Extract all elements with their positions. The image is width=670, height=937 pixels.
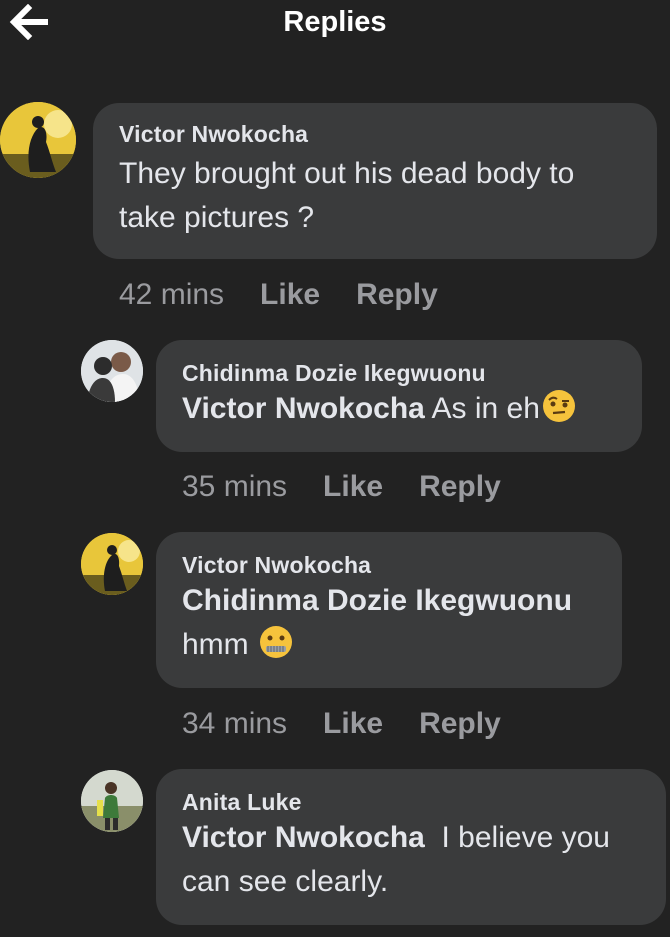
like-button[interactable]: Like (260, 278, 320, 311)
reply-button[interactable]: Reply (419, 470, 501, 503)
mention-link[interactable]: Victor Nwokocha (182, 392, 425, 425)
comment-author[interactable]: Anita Luke (182, 789, 666, 816)
page-title: Replies (283, 6, 387, 38)
comment-text-line: can see clearly. (182, 865, 389, 898)
comment-author[interactable]: Chidinma Dozie Ikegwuonu (182, 360, 642, 387)
comment-meta: 42 mins Like Reply (119, 278, 474, 312)
comment-author[interactable]: Victor Nwokocha (182, 552, 622, 579)
raised-eyebrow-emoji (542, 390, 575, 422)
comment-text: hmm (182, 628, 249, 661)
mention-link[interactable]: Chidinma Dozie Ikegwuonu (182, 579, 622, 623)
comment-time: 35 mins (182, 470, 288, 503)
reply-button[interactable]: Reply (356, 278, 438, 311)
comment-meta: 35 mins Like Reply (182, 470, 537, 504)
avatar[interactable] (81, 770, 143, 832)
comment-bubble: Anita Luke Victor Nwokocha I believe you… (156, 769, 666, 925)
comment-bubble: Victor Nwokocha They brought out his dea… (93, 103, 657, 259)
comment-bubble: Victor Nwokocha Chidinma Dozie Ikegwuonu… (156, 532, 622, 688)
comment-text-line: take pictures ? (119, 201, 315, 234)
comment-text-line: They brought out his dead body to (119, 157, 575, 190)
reply-button[interactable]: Reply (419, 707, 501, 740)
comment-author[interactable]: Victor Nwokocha (119, 121, 657, 148)
comment-bubble: Chidinma Dozie Ikegwuonu Victor Nwokocha… (156, 340, 642, 452)
comment-text: As in eh (431, 392, 540, 425)
comment-text-line: I believe you (441, 821, 610, 854)
comment-time: 42 mins (119, 278, 225, 311)
like-button[interactable]: Like (323, 470, 383, 503)
avatar[interactable] (0, 102, 76, 178)
zipper-mouth-emoji (260, 626, 293, 658)
comment-time: 34 mins (182, 707, 288, 740)
mention-link[interactable]: Victor Nwokocha (182, 821, 425, 854)
avatar[interactable] (81, 533, 143, 595)
avatar[interactable] (81, 340, 143, 402)
comment-meta: 34 mins Like Reply (182, 707, 537, 741)
like-button[interactable]: Like (323, 707, 383, 740)
top-bar: Replies (0, 0, 670, 50)
